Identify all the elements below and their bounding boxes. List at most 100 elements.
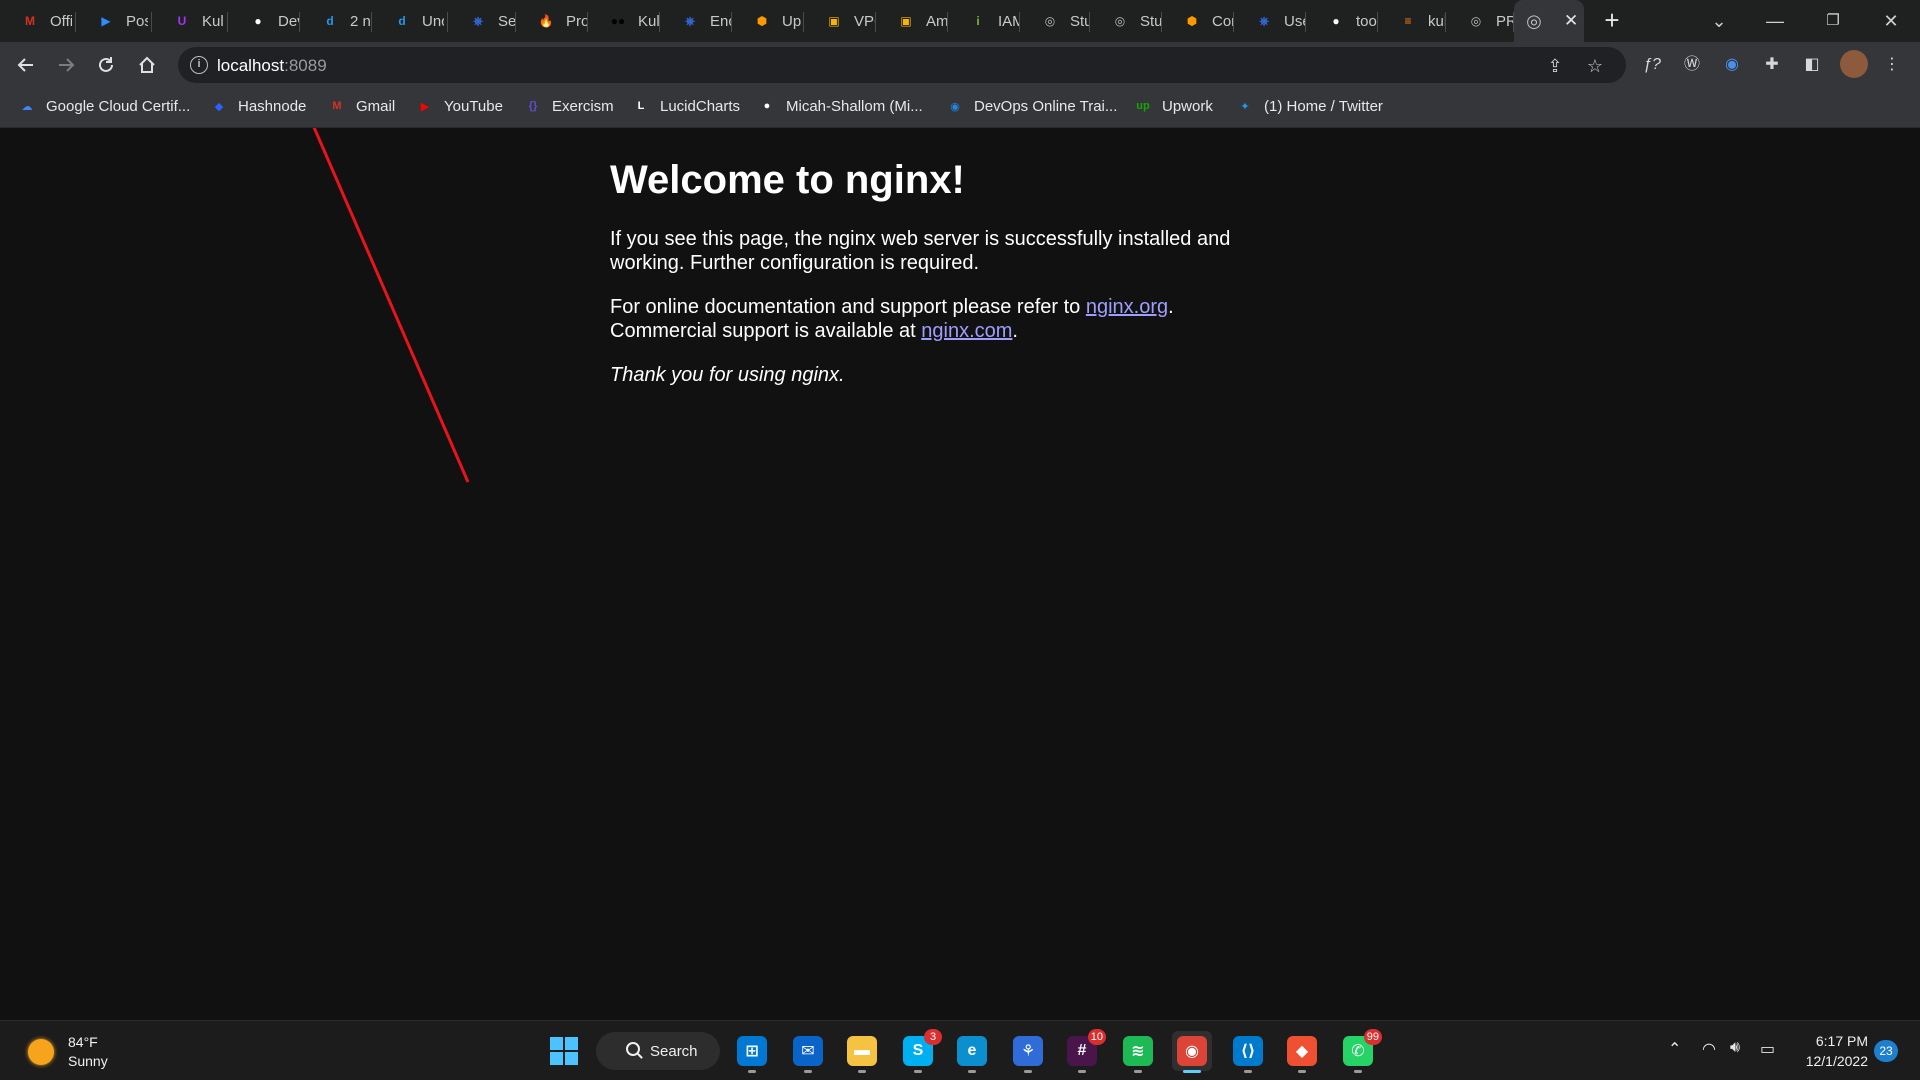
taskbar-app-9[interactable]: ⟨⟩ bbox=[1228, 1031, 1268, 1073]
tab-1[interactable]: ▶ Pos bbox=[76, 0, 152, 42]
w-extension-icon[interactable]: Ⓦ bbox=[1680, 53, 1704, 77]
tab-0[interactable]: M Offi bbox=[0, 0, 76, 42]
tab-15[interactable]: ◎ Stu bbox=[1090, 0, 1162, 42]
share-icon[interactable]: ⇪ bbox=[1544, 55, 1566, 77]
tab-7[interactable]: 🔥 Pro bbox=[516, 0, 588, 42]
active-tab[interactable]: ◎ ✕ bbox=[1514, 0, 1584, 42]
taskbar-app-6[interactable]: #10 bbox=[1062, 1029, 1106, 1073]
start-button[interactable] bbox=[544, 1031, 584, 1071]
taskbar-app-11[interactable]: ✆ 99 bbox=[1338, 1029, 1382, 1073]
github-icon: ● bbox=[1332, 14, 1340, 28]
minimize-button[interactable]: — bbox=[1760, 6, 1790, 36]
taskbar-app-8[interactable]: ◉ bbox=[1172, 1031, 1212, 1073]
tab-title: Stu bbox=[1070, 12, 1090, 30]
taskbar-app-2[interactable]: ▬ bbox=[842, 1031, 882, 1073]
side-panel-icon[interactable]: ◧ bbox=[1800, 53, 1824, 77]
notification-badge[interactable]: 23 bbox=[1874, 1040, 1898, 1062]
tab-8[interactable]: ●● Kul bbox=[588, 0, 660, 42]
bookmark-1[interactable]: ◆ Hashnode bbox=[210, 88, 307, 124]
taskbar-app-7[interactable]: ≋ bbox=[1118, 1031, 1158, 1073]
app-badge: 99 bbox=[1363, 1029, 1382, 1045]
tab-19[interactable]: ≡ kul bbox=[1378, 0, 1446, 42]
taskbar-app-4[interactable]: e bbox=[952, 1031, 992, 1073]
menu-kebab-icon[interactable]: ⋮ bbox=[1880, 53, 1904, 77]
bookmark-2[interactable]: M Gmail bbox=[328, 88, 395, 124]
bookmark-4[interactable]: {} Exercism bbox=[524, 88, 614, 124]
weather-widget[interactable]: 84°F Sunny bbox=[28, 1033, 108, 1071]
wifi-icon[interactable]: ◠ bbox=[1702, 1039, 1716, 1059]
reload-button[interactable] bbox=[90, 49, 122, 81]
close-tab-icon[interactable]: ✕ bbox=[1564, 11, 1578, 31]
close-window-button[interactable]: ✕ bbox=[1876, 6, 1906, 36]
tab-title: VPC bbox=[854, 12, 876, 30]
formula-extension-icon[interactable]: ƒ? bbox=[1640, 53, 1664, 77]
tab-14[interactable]: ◎ Stu bbox=[1020, 0, 1090, 42]
tab-title: Stu bbox=[1140, 12, 1162, 30]
tab-3[interactable]: ● Dev bbox=[228, 0, 300, 42]
bookmark-3[interactable]: ▶ YouTube bbox=[416, 88, 503, 124]
thank-you-text: Thank you for using nginx. bbox=[610, 363, 1270, 387]
taskbar-app-3[interactable]: S3 bbox=[898, 1029, 942, 1073]
tab-6[interactable]: ⎈ Ser bbox=[448, 0, 516, 42]
gmail-icon: M bbox=[25, 14, 35, 28]
forward-button[interactable] bbox=[50, 49, 82, 81]
tab-title: Kul bbox=[202, 12, 224, 30]
volume-icon[interactable]: 🔊︎ bbox=[1730, 1039, 1740, 1057]
running-indicator bbox=[914, 1070, 922, 1073]
new-tab-button[interactable]: + bbox=[1598, 7, 1626, 35]
tab-2[interactable]: U Kul bbox=[152, 0, 228, 42]
tab-4[interactable]: d 2 n bbox=[300, 0, 372, 42]
bookmark-0[interactable]: ☁ Google Cloud Certif... bbox=[18, 88, 191, 124]
bookmark-5[interactable]: L LucidCharts bbox=[632, 88, 740, 124]
running-indicator bbox=[968, 1070, 976, 1073]
nginx-welcome-content: Welcome to nginx! If you see this page, … bbox=[610, 158, 1270, 407]
tab-search-chevron-icon[interactable]: ⌄ bbox=[1704, 6, 1734, 36]
extensions-puzzle-icon[interactable]: ✚ bbox=[1760, 53, 1784, 77]
nginx-com-link[interactable]: nginx.com bbox=[921, 320, 1012, 342]
docker-icon: d bbox=[398, 14, 406, 28]
back-button[interactable] bbox=[10, 49, 42, 81]
blue-extension-icon[interactable]: ◉ bbox=[1720, 53, 1744, 77]
tab-16[interactable]: ⬢ Cor bbox=[1162, 0, 1234, 42]
restore-button[interactable]: ❐ bbox=[1818, 6, 1848, 36]
documentation-paragraph: For online documentation and support ple… bbox=[610, 295, 1270, 343]
site-info-icon[interactable]: i bbox=[190, 56, 208, 74]
thank-you-emphasis: Thank you for using nginx. bbox=[610, 364, 845, 386]
tab-9[interactable]: ⎈ Enc bbox=[660, 0, 732, 42]
bookmark-7[interactable]: ◉ DevOps Online Trai... bbox=[946, 88, 1117, 124]
tab-18[interactable]: ● too bbox=[1306, 0, 1378, 42]
profile-avatar[interactable] bbox=[1840, 50, 1868, 78]
tab-10[interactable]: ⬢ Up bbox=[732, 0, 804, 42]
tab-13[interactable]: i IAM bbox=[948, 0, 1020, 42]
app-badge: 3 bbox=[924, 1029, 942, 1045]
bookmark-9[interactable]: ✦ (1) Home / Twitter bbox=[1236, 88, 1383, 124]
url-text[interactable]: localhost:8089 bbox=[217, 56, 327, 76]
bookmark-star-icon[interactable]: ☆ bbox=[1584, 55, 1606, 77]
battery-icon[interactable]: ▭ bbox=[1760, 1039, 1775, 1059]
tab-5[interactable]: d Unc bbox=[372, 0, 448, 42]
home-button[interactable] bbox=[131, 49, 163, 81]
address-bar[interactable]: i localhost:8089 ⇪ ☆ bbox=[178, 47, 1626, 83]
bookmark-6[interactable]: ● Micah-Shallom (Mi... bbox=[758, 88, 923, 124]
tab-20[interactable]: ◎ PR bbox=[1446, 0, 1514, 42]
tab-11[interactable]: ▣ VPC bbox=[804, 0, 876, 42]
taskbar-app-10[interactable]: ◆ bbox=[1282, 1031, 1322, 1073]
clock-date: 12/1/2022 bbox=[1805, 1053, 1868, 1069]
exercism-icon: {} bbox=[528, 100, 538, 112]
tab-title: Up bbox=[782, 12, 802, 30]
running-indicator bbox=[748, 1070, 756, 1073]
taskbar-app-0[interactable]: ⊞ bbox=[732, 1031, 772, 1073]
taskbar-app-1[interactable]: ✉ bbox=[788, 1031, 828, 1073]
system-clock[interactable]: 6:17 PM 12/1/2022 bbox=[1796, 1031, 1868, 1071]
bookmark-label: LucidCharts bbox=[660, 97, 741, 115]
taskbar-search[interactable]: Search bbox=[596, 1032, 720, 1070]
aws-icon: ⬢ bbox=[756, 14, 768, 28]
tray-overflow-chevron-icon[interactable]: ⌃ bbox=[1668, 1039, 1681, 1059]
bookmark-8[interactable]: up Upwork bbox=[1134, 88, 1213, 124]
running-indicator bbox=[1298, 1070, 1306, 1073]
tab-12[interactable]: ▣ Am bbox=[876, 0, 948, 42]
tab-17[interactable]: ⎈ Use bbox=[1234, 0, 1306, 42]
nginx-org-link[interactable]: nginx.org bbox=[1086, 296, 1168, 318]
taskbar-app-5[interactable]: ⚘ bbox=[1008, 1031, 1048, 1073]
file-explorer-icon: ▬ bbox=[847, 1036, 877, 1066]
